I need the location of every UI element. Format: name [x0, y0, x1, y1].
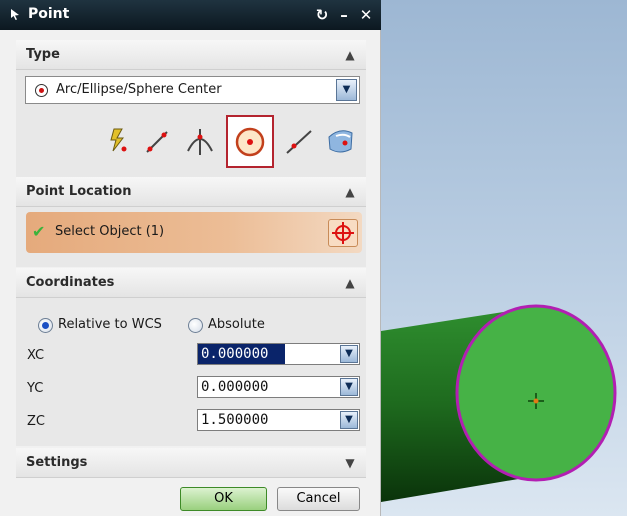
arc-center-icon	[235, 127, 265, 157]
graphics-viewport[interactable]	[381, 0, 627, 516]
type-section-label: Type	[26, 47, 60, 62]
reset-icon[interactable]: ↻	[313, 6, 331, 24]
point-type-value: Arc/Ellipse/Sphere Center	[56, 82, 222, 97]
dialog-title: Point	[28, 6, 70, 22]
yc-field[interactable]: ▼	[197, 376, 360, 398]
dropdown-arrow-icon[interactable]: ▼	[336, 79, 357, 101]
settings-header[interactable]: Settings ▼	[16, 448, 366, 478]
absolute-radio[interactable]	[188, 318, 203, 333]
surface-point-icon[interactable]	[324, 125, 356, 157]
collapse-up-icon[interactable]: ▲	[340, 45, 360, 65]
absolute-label: Absolute	[208, 317, 265, 332]
select-object-label: Select Object (1)	[55, 224, 165, 239]
zc-label: ZC	[27, 414, 45, 429]
relative-to-wcs-radio[interactable]	[38, 318, 53, 333]
coordinates-label: Coordinates	[26, 275, 115, 290]
xc-input[interactable]	[198, 344, 285, 364]
ok-button[interactable]: OK	[180, 487, 267, 511]
select-object-bar[interactable]: ✔ Select Object (1)	[26, 212, 362, 253]
checkmark-icon: ✔	[32, 222, 46, 241]
type-section-header[interactable]: Type ▲	[16, 40, 366, 70]
point-dialog: Point ↻ – ✕ Type ▲ Arc/Ellipse/Sphere Ce…	[0, 0, 381, 516]
intersection-point-icon[interactable]	[184, 125, 216, 157]
yc-label: YC	[27, 381, 44, 396]
expand-down-icon[interactable]: ▼	[340, 453, 360, 473]
point-constructor-button[interactable]	[328, 219, 358, 247]
cancel-button[interactable]: Cancel	[277, 487, 360, 511]
line-point-icon[interactable]	[141, 125, 173, 157]
point-location-label: Point Location	[26, 184, 132, 199]
collapse-up-icon[interactable]: ▲	[340, 182, 360, 202]
xc-label: XC	[27, 348, 45, 363]
zc-input[interactable]	[198, 410, 330, 430]
zc-options-arrow-icon[interactable]: ▼	[340, 411, 358, 429]
arc-center-tool-button[interactable]	[226, 115, 274, 168]
xc-options-arrow-icon[interactable]: ▼	[340, 345, 358, 363]
settings-label: Settings	[26, 455, 88, 470]
point-type-dropdown[interactable]: Arc/Ellipse/Sphere Center ▼	[25, 76, 360, 104]
arc-center-small-icon	[35, 84, 48, 97]
title-bar[interactable]: Point ↻ – ✕	[0, 0, 381, 30]
collapse-up-icon[interactable]: ▲	[340, 273, 360, 293]
point-on-curve-icon[interactable]	[283, 125, 315, 157]
point-crosshair-icon	[332, 222, 354, 244]
inferred-point-icon[interactable]	[102, 125, 134, 157]
cursor-arrow-icon	[11, 9, 19, 20]
yc-options-arrow-icon[interactable]: ▼	[340, 378, 358, 396]
zc-field[interactable]: ▼	[197, 409, 360, 431]
xc-field[interactable]: ▼	[197, 343, 360, 365]
coordinates-header[interactable]: Coordinates ▲	[16, 268, 366, 298]
minimize-icon[interactable]: –	[335, 6, 353, 24]
relative-to-wcs-label: Relative to WCS	[58, 317, 162, 332]
point-location-header[interactable]: Point Location ▲	[16, 177, 366, 207]
yc-input[interactable]	[198, 377, 330, 397]
close-icon[interactable]: ✕	[357, 6, 375, 24]
cylinder-model[interactable]	[381, 0, 627, 516]
